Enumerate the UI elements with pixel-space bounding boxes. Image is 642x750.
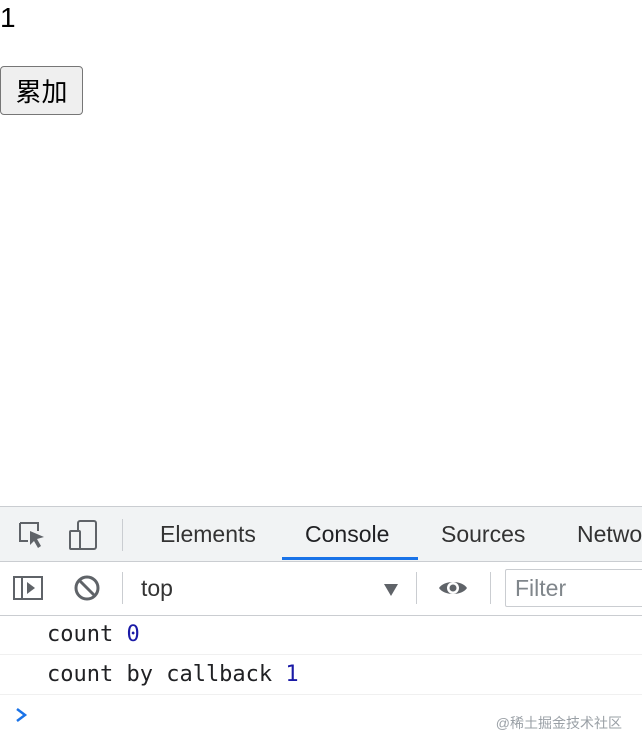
page: 1 累加 Elements Console Sources Netwo top …	[0, 0, 642, 750]
add-button[interactable]: 累加	[0, 66, 83, 115]
devtools-tabbar: Elements Console Sources Netwo	[0, 507, 642, 562]
console-message-text: count	[47, 622, 114, 647]
console-filter-input[interactable]	[505, 569, 642, 607]
dropdown-arrow-icon	[384, 584, 398, 596]
console-message-content: count 0	[47, 616, 140, 654]
console-message-text: count by callback	[47, 662, 273, 687]
tab-network[interactable]: Netwo	[577, 507, 642, 561]
toolbar-divider	[122, 572, 123, 604]
show-sidebar-icon[interactable]	[12, 572, 44, 604]
active-tab-indicator	[282, 557, 418, 560]
count-display: 1	[0, 2, 16, 33]
toolbar-divider	[416, 572, 417, 604]
console-message-value: 1	[285, 662, 299, 687]
tab-sources[interactable]: Sources	[441, 507, 525, 561]
devtools-panel: Elements Console Sources Netwo top Filte…	[0, 506, 642, 750]
console-message-value: 0	[126, 622, 140, 647]
console-toolbar: top	[0, 562, 642, 616]
prompt-chevron-icon	[14, 706, 30, 724]
watermark: @稀土掘金技术社区	[495, 715, 622, 731]
inspect-element-icon[interactable]	[16, 519, 48, 551]
execution-context-label: top	[141, 575, 173, 601]
console-message: count 0	[0, 616, 642, 655]
live-expression-eye-icon[interactable]	[437, 572, 469, 604]
device-toolbar-icon[interactable]	[68, 519, 100, 551]
tab-console[interactable]: Console	[305, 507, 389, 561]
console-message-content: count by callback 1	[47, 656, 299, 694]
toolbar-divider	[490, 572, 491, 604]
clear-console-icon[interactable]	[71, 572, 103, 604]
console-message: count by callback 1	[0, 656, 642, 695]
execution-context-select[interactable]: top	[128, 566, 412, 610]
tab-elements[interactable]: Elements	[160, 507, 256, 561]
tabbar-divider	[122, 519, 123, 551]
